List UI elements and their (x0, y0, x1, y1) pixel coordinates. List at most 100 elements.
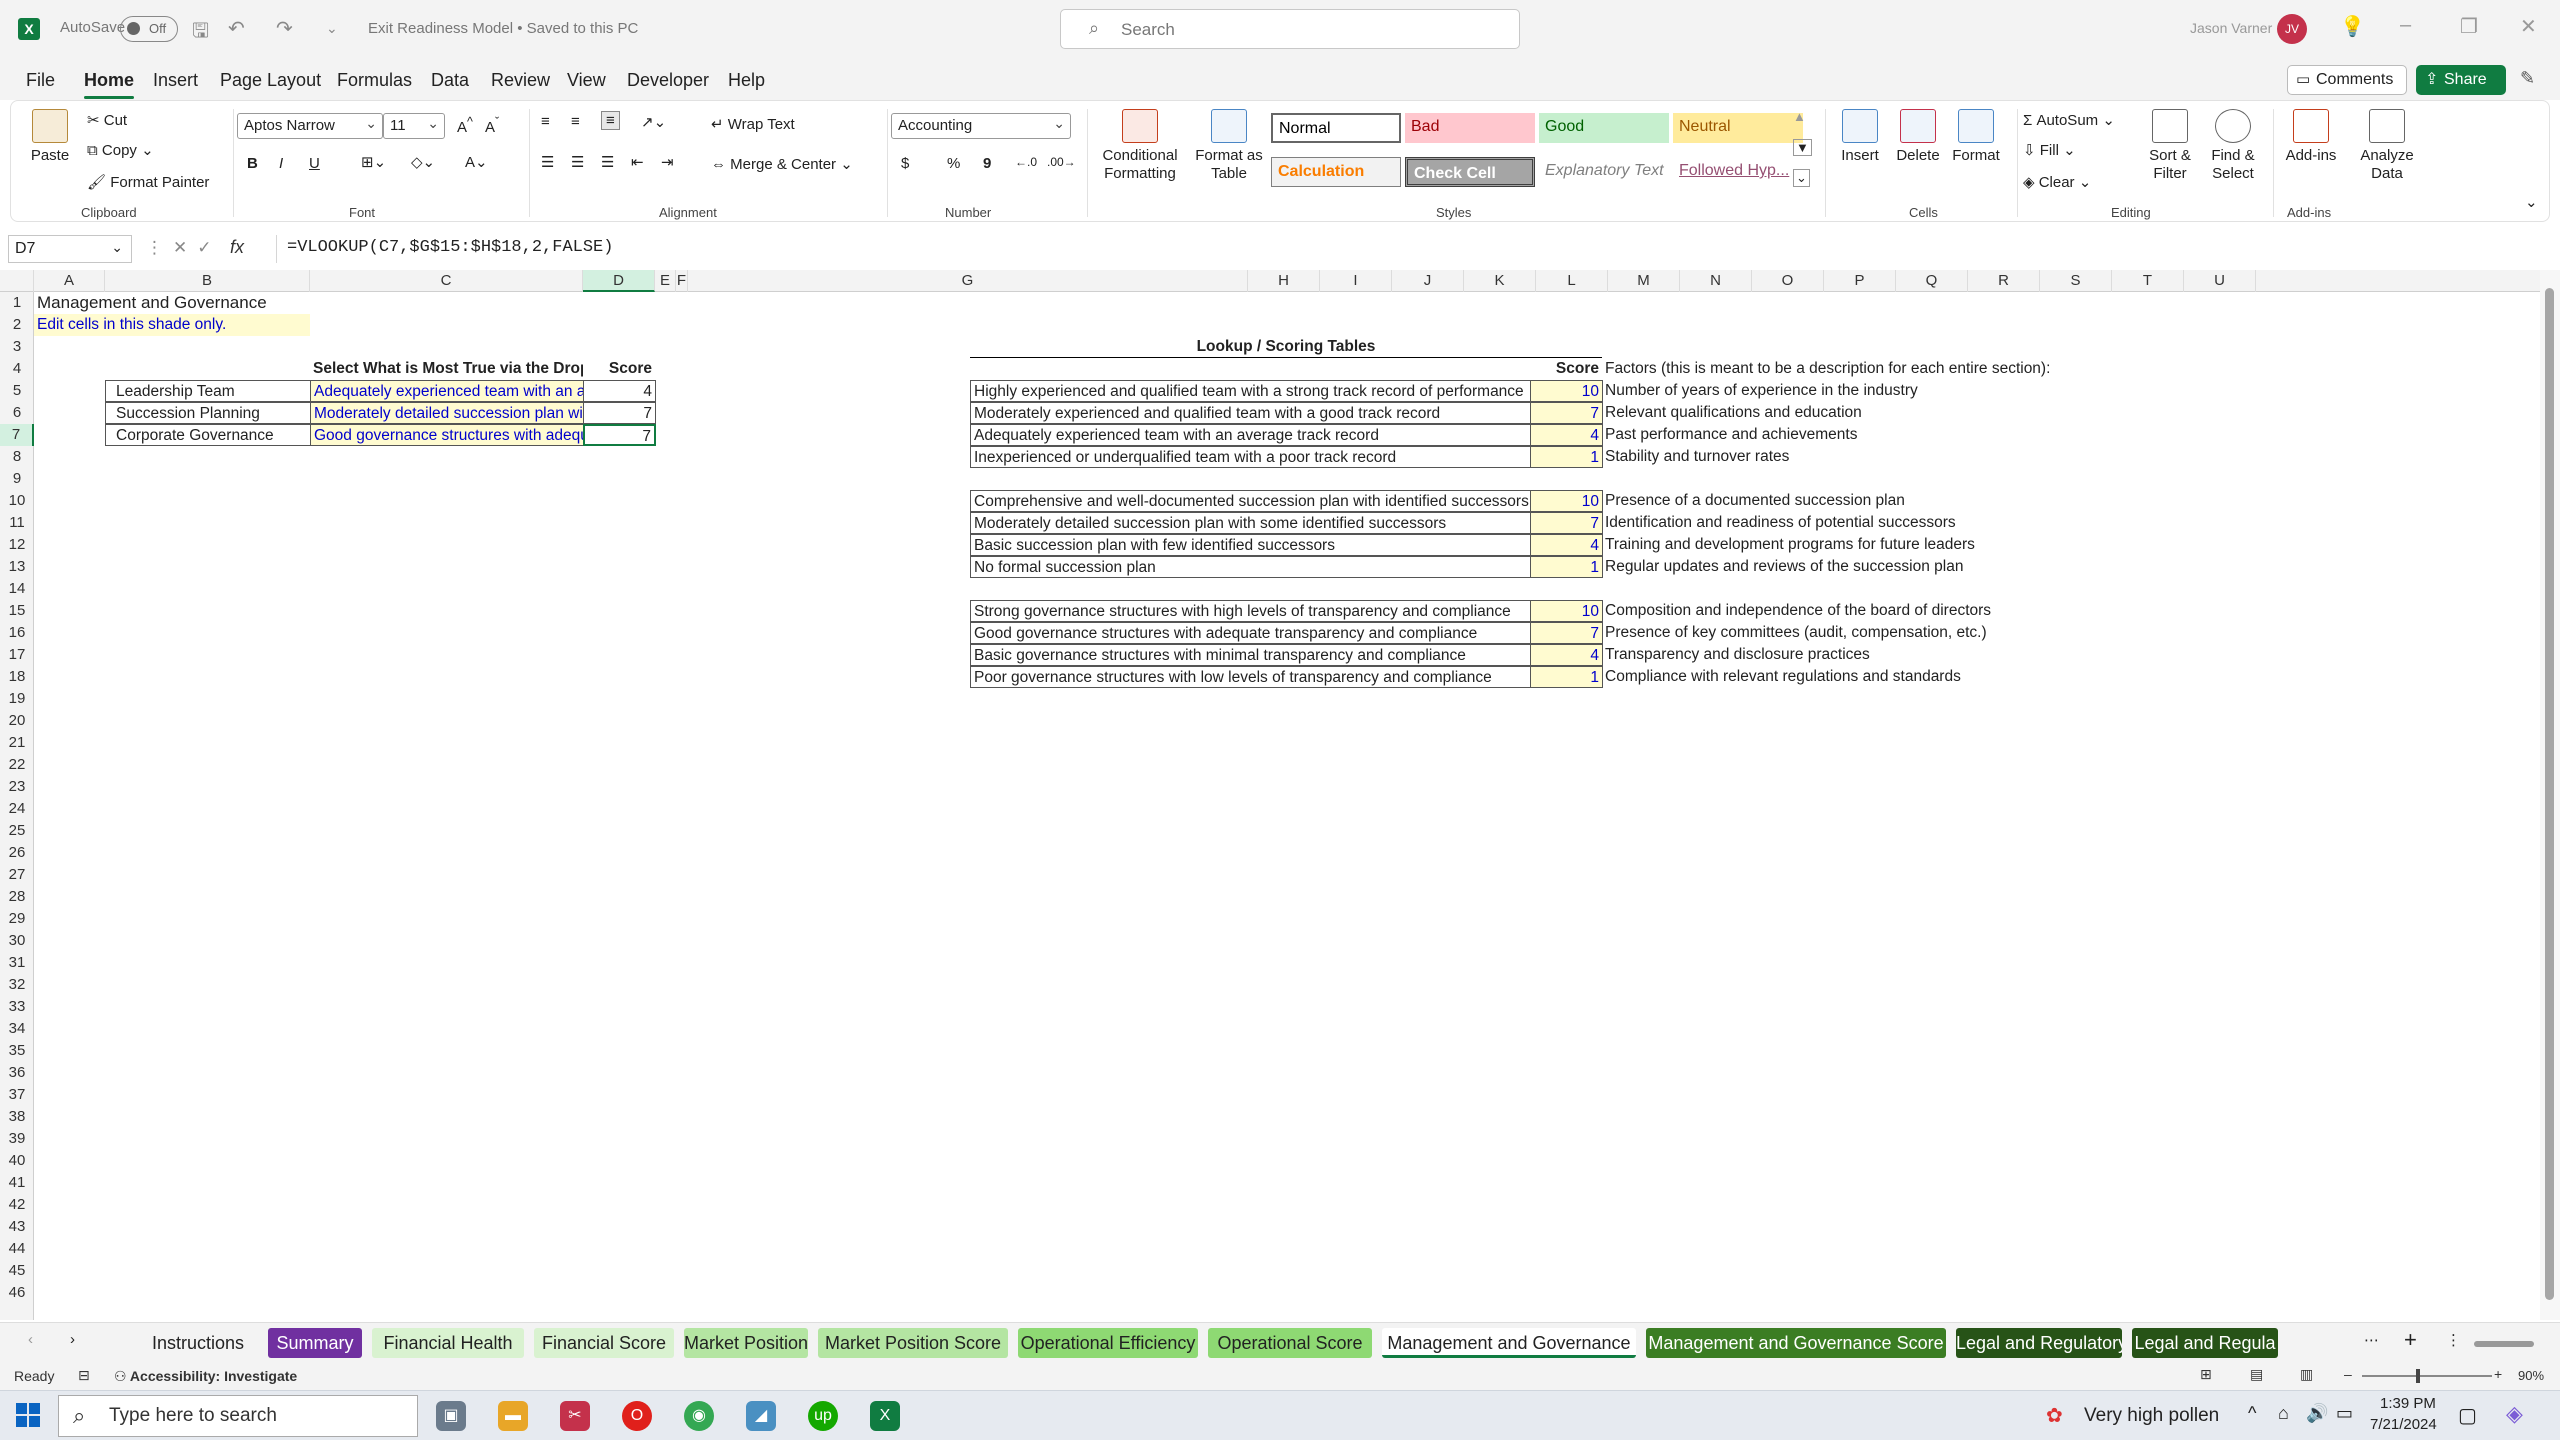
close-icon[interactable]: ✕ (2520, 14, 2537, 39)
delete-cells-button[interactable]: Delete (1889, 109, 1947, 165)
sheet-tab[interactable]: Market Position (684, 1328, 808, 1358)
task-view-icon[interactable]: ▣ (436, 1401, 466, 1431)
format-painter-button[interactable]: 🖌 Format Painter (87, 173, 209, 191)
row-header[interactable]: 7 (0, 424, 34, 446)
row-header[interactable]: 1 (0, 292, 34, 314)
share-button[interactable]: Share (2416, 65, 2506, 95)
clear-button[interactable]: ◈ Clear ⌄ (2023, 173, 2091, 191)
notifications-icon[interactable]: ▢ (2458, 1403, 2477, 1428)
row-header[interactable]: 18 (0, 666, 34, 688)
vertical-scrollbar[interactable] (2540, 270, 2560, 1320)
align-right-icon[interactable]: ☰ (601, 153, 614, 171)
cell-style-1[interactable]: Bad (1405, 113, 1535, 143)
minimize-icon[interactable]: – (2400, 14, 2411, 37)
input-score[interactable]: 7 (583, 424, 656, 446)
merge-center-button[interactable]: ⇔ Merge & Center ⌄ (711, 155, 853, 173)
column-header-R[interactable]: R (1968, 270, 2040, 292)
row-header[interactable]: 34 (0, 1018, 34, 1040)
chrome-icon[interactable]: ◉ (684, 1401, 714, 1431)
gallery-up-icon[interactable]: ▲ (1793, 109, 1806, 124)
row-header[interactable]: 39 (0, 1128, 34, 1150)
tab-review[interactable]: Review (491, 70, 550, 91)
page-layout-view-icon[interactable]: ▤ (2250, 1366, 2263, 1383)
sheet-tab[interactable]: Legal and Regula (2132, 1328, 2278, 1358)
row-header[interactable]: 21 (0, 732, 34, 754)
page-break-view-icon[interactable]: ▥ (2300, 1366, 2313, 1383)
fill-color-icon[interactable]: ◇⌄ (411, 153, 435, 171)
zoom-out-icon[interactable]: – (2344, 1366, 2352, 1382)
row-header[interactable]: 46 (0, 1282, 34, 1304)
row-header[interactable]: 35 (0, 1040, 34, 1062)
lookup-score[interactable]: 1 (1530, 666, 1603, 688)
row-header[interactable]: 15 (0, 600, 34, 622)
file-explorer-icon[interactable]: ▬ (498, 1401, 528, 1431)
row-header[interactable]: 14 (0, 578, 34, 600)
sheet-tab[interactable]: Financial Score (534, 1328, 674, 1358)
excel-taskbar-icon[interactable]: X (870, 1401, 900, 1431)
row-header[interactable]: 20 (0, 710, 34, 732)
cell-style-5[interactable]: Check Cell (1405, 157, 1535, 187)
lookup-score[interactable]: 1 (1530, 556, 1603, 578)
tab-developer[interactable]: Developer (627, 70, 709, 91)
sheet-tab[interactable]: Summary (268, 1328, 362, 1358)
clock-date[interactable]: 7/21/2024 (2370, 1416, 2437, 1433)
row-header[interactable]: 29 (0, 908, 34, 930)
conditional-formatting-button[interactable]: Conditional Formatting (1091, 109, 1189, 183)
lightbulb-icon[interactable]: 💡 (2340, 14, 2365, 39)
column-header-G[interactable]: G (688, 270, 1248, 292)
row-header[interactable]: 25 (0, 820, 34, 842)
column-header-L[interactable]: L (1536, 270, 1608, 292)
sheet-title[interactable]: Management and Governance (34, 292, 267, 314)
currency-button[interactable]: $ (901, 155, 909, 172)
font-size-select[interactable]: 11 (383, 111, 445, 139)
document-title[interactable]: Exit Readiness Model • Saved to this PC (368, 20, 638, 37)
row-header[interactable]: 19 (0, 688, 34, 710)
windows-start-icon[interactable] (16, 1403, 40, 1427)
tab-help[interactable]: Help (728, 70, 765, 91)
formula-actions[interactable]: ⋮✕✓ (146, 238, 222, 258)
row-header[interactable]: 10 (0, 490, 34, 512)
tab-formulas[interactable]: Formulas (337, 70, 412, 91)
tab-page-layout[interactable]: Page Layout (220, 70, 321, 91)
sort-filter-button[interactable]: Sort & Filter (2139, 109, 2201, 183)
taskbar-search[interactable]: Type here to search (58, 1395, 418, 1437)
lookup-score[interactable]: 1 (1530, 446, 1603, 468)
row-header[interactable]: 6 (0, 402, 34, 424)
cell-style-6[interactable]: Explanatory Text (1539, 157, 1669, 187)
row-header[interactable]: 30 (0, 930, 34, 952)
macro-icon[interactable]: ⊟ (78, 1367, 90, 1384)
row-header[interactable]: 36 (0, 1062, 34, 1084)
customize-toolbar-icon[interactable]: ⌄ (326, 20, 338, 37)
row-header[interactable]: 12 (0, 534, 34, 556)
opera-icon[interactable]: O (622, 1401, 652, 1431)
column-header-J[interactable]: J (1392, 270, 1464, 292)
tab-view[interactable]: View (567, 70, 606, 91)
top-align-icon[interactable]: ≡ (541, 113, 550, 130)
lookup-score[interactable]: 10 (1530, 600, 1603, 622)
copy-button[interactable]: ⧉ Copy ⌄ (87, 141, 154, 159)
column-header-O[interactable]: O (1752, 270, 1824, 292)
align-center-icon[interactable]: ☰ (571, 153, 584, 171)
italic-button[interactable]: I (279, 155, 283, 172)
column-header-B[interactable]: B (105, 270, 310, 292)
orientation-icon[interactable]: ↗⌄ (641, 113, 666, 131)
autosave-toggle[interactable]: Off (120, 16, 178, 42)
row-header[interactable]: 8 (0, 446, 34, 468)
cut-button[interactable]: ✂ Cut (87, 111, 127, 129)
gallery-more-icon[interactable]: ⌄ (1793, 169, 1810, 187)
undo-icon[interactable]: ↶ (228, 16, 245, 41)
tab-file[interactable]: File (26, 70, 55, 91)
row-header[interactable]: 5 (0, 380, 34, 402)
accessibility-status[interactable]: ⚇ Accessibility: Investigate (114, 1368, 297, 1385)
sheet-tab[interactable]: Management and Governance Score (1646, 1328, 1946, 1358)
worksheet[interactable]: ABCDEFGHIJKLMNOPQRSTU 1 2 3 4 5 6 7 8 9 10 11 12 13 1… (0, 270, 2560, 1320)
format-cells-button[interactable]: Format (1947, 109, 2005, 165)
sheet-tab[interactable]: Legal and Regulatory (1956, 1328, 2122, 1358)
more-sheets-icon[interactable]: ⋯ (2364, 1331, 2379, 1349)
tab-data[interactable]: Data (431, 70, 469, 91)
lookup-score[interactable]: 4 (1530, 424, 1603, 446)
zoom-level[interactable]: 90% (2518, 1368, 2544, 1383)
decrease-font-icon[interactable]: Aˇ (485, 115, 499, 136)
analyze-data-button[interactable]: Analyze Data (2349, 109, 2425, 183)
lookup-score[interactable]: 7 (1530, 512, 1603, 534)
